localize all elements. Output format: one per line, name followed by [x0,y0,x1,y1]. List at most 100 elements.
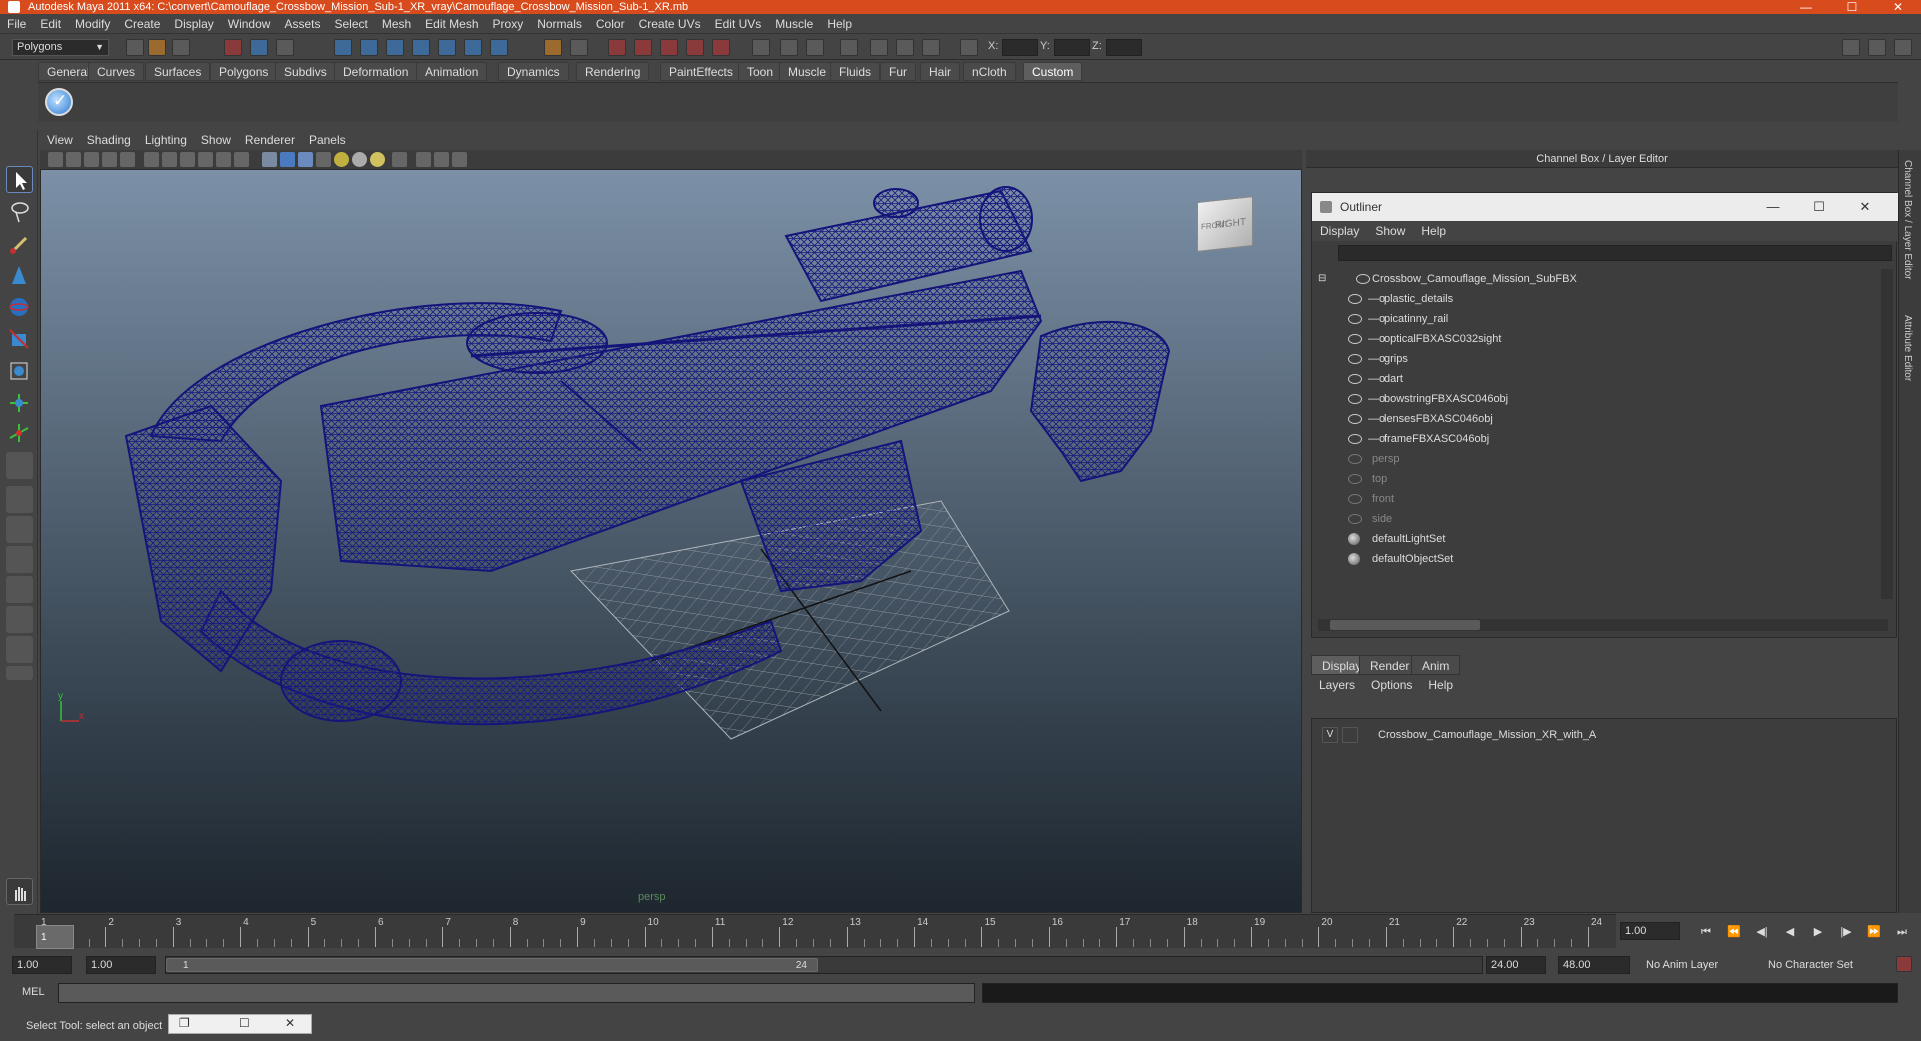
outliner-item[interactable]: —o picatinny_rail [1312,309,1872,329]
layer-menu-help[interactable]: Help [1420,675,1461,695]
render-view-icon[interactable] [712,39,730,56]
layout-options-icon[interactable] [6,666,33,680]
outliner-item[interactable]: —o grips [1312,349,1872,369]
history-icon[interactable] [464,39,482,56]
end-time-field[interactable]: 48.00 [1558,956,1630,974]
layer-menu-layers[interactable]: Layers [1311,675,1363,695]
shelf-tab-fluids[interactable]: Fluids [830,62,881,81]
xray-joints-icon[interactable] [434,152,449,167]
custom-shelf-check-icon[interactable] [45,88,73,116]
viewport-menu-view[interactable]: View [40,130,80,150]
menu-normals[interactable]: Normals [530,14,589,34]
attribute-editor-icon[interactable] [806,39,824,56]
bookmark-icon[interactable] [84,152,99,167]
view-cube[interactable]: FRONT RIGHT [1197,196,1263,259]
smooth-shade-icon[interactable] [280,152,295,167]
shelf-tab-muscle[interactable]: Muscle [779,62,836,81]
outliner-item[interactable]: defaultLightSet [1312,529,1872,549]
menu-edit[interactable]: Edit [33,14,68,34]
layer-tab-anim[interactable]: Anim [1411,655,1461,675]
paint-select-tool-icon[interactable] [6,230,33,257]
outliner-filter-input[interactable] [1338,245,1892,261]
safe-action-icon[interactable] [216,152,231,167]
persp-outliner-layout-icon[interactable] [6,546,33,573]
restore-icon[interactable]: ❐ [179,1016,190,1030]
outliner-item[interactable]: —o bowstringFBXASC046obj [1312,389,1872,409]
layout-icon[interactable] [870,39,888,56]
film-gate-icon[interactable] [144,152,159,167]
image-plane-icon[interactable] [102,152,117,167]
output-ops-icon[interactable] [570,39,588,56]
input-ops-icon[interactable] [544,39,562,56]
viewport-menu-renderer[interactable]: Renderer [238,130,302,150]
step-back-frame-icon[interactable]: ◀| [1752,924,1772,940]
menu-proxy[interactable]: Proxy [486,14,531,34]
start-time-field[interactable]: 1.00 [12,956,72,974]
last-tool-icon[interactable] [6,452,33,479]
minimize-button[interactable]: — [1783,0,1829,14]
field-chart-icon[interactable] [198,152,213,167]
tool-settings-icon[interactable] [840,39,858,56]
shelf-tab-painteffects[interactable]: PaintEffects [660,62,742,81]
menu-edit-mesh[interactable]: Edit Mesh [418,14,485,34]
shelf-tab-animation[interactable]: Animation [416,62,488,81]
step-forward-frame-icon[interactable]: |▶ [1836,924,1856,940]
z-field[interactable] [1106,39,1142,56]
persp-hypershade-layout-icon[interactable] [6,606,33,633]
play-backward-icon[interactable]: ◀ [1780,924,1800,940]
outliner-menu-help[interactable]: Help [1413,221,1454,241]
outliner-menu-show[interactable]: Show [1367,221,1413,241]
shelf-tab-hair[interactable]: Hair [920,62,961,81]
wireframe-on-shaded-icon[interactable] [298,152,313,167]
menu-modify[interactable]: Modify [68,14,117,34]
time-slider[interactable]: 1 2 3 4 5 6 7 8 9 10 11 12 13 14 15 16 17 18 19 20 21 22 23 24 1 [14,914,1616,949]
default-light-icon[interactable] [334,152,349,167]
isolate-select-icon[interactable] [392,152,407,167]
mel-input[interactable] [58,983,975,1003]
safe-title-icon[interactable] [234,152,249,167]
layer-playback-toggle[interactable] [1342,727,1358,743]
range-slider[interactable]: 1 24 [165,956,1483,974]
shelf-tab-surfaces[interactable]: Surfaces [145,62,211,81]
channel-box-icon[interactable] [780,39,798,56]
outliner-item[interactable]: side [1312,509,1872,529]
outliner-item[interactable]: defaultObjectSet [1312,549,1872,569]
character-set-select[interactable]: No Character Set [1762,956,1874,974]
shelf-tab-rendering[interactable]: Rendering [576,62,650,81]
xray-icon[interactable] [416,152,431,167]
shelf-tab-custom[interactable]: Custom [1023,62,1083,81]
outliner-item[interactable]: —o opticalFBXASC032sight [1312,329,1872,349]
shelf-tab-ncloth[interactable]: nCloth [963,62,1016,81]
outliner-item[interactable]: —o plastic_details [1312,289,1872,309]
rotate-tool-icon[interactable] [6,294,33,321]
shelf-tab-toon[interactable]: Toon [738,62,783,81]
ipr-render-icon[interactable] [634,39,652,56]
open-scene-icon[interactable] [148,39,166,56]
select-hierarchy-icon[interactable] [224,39,242,56]
all-lights-icon[interactable] [352,152,367,167]
universal-manipulator-icon[interactable] [6,358,33,385]
playback-end-field[interactable]: 24.00 [1486,956,1546,974]
hypershade-icon[interactable] [686,39,704,56]
menu-file[interactable]: File [0,14,33,34]
shelf-tab-deformation[interactable]: Deformation [334,62,418,81]
textured-icon[interactable] [316,152,331,167]
menu-assets[interactable]: Assets [277,14,327,34]
layer-menu-options[interactable]: Options [1363,675,1420,695]
menu-set-select[interactable]: Polygons ▼ [12,39,109,56]
perspective-viewport[interactable]: FRONT RIGHT y x persp [40,150,1302,913]
go-to-end-icon[interactable]: ⏭ [1892,924,1912,940]
play-forward-icon[interactable]: ▶ [1808,924,1828,940]
snap-grid-icon[interactable] [334,39,352,56]
persp-graph-layout-icon[interactable] [6,576,33,603]
outliner-close-button[interactable]: ✕ [1844,193,1886,221]
transform-lock-icon[interactable] [960,39,978,56]
outliner-item[interactable]: —o frameFBXASC046obj [1312,429,1872,449]
make-live-icon[interactable] [438,39,456,56]
menu-create[interactable]: Create [117,14,167,34]
outliner-minimize-button[interactable]: — [1752,193,1794,221]
four-view-layout-icon[interactable] [6,516,33,543]
viewport-menu-lighting[interactable]: Lighting [138,130,194,150]
select-object-icon[interactable] [250,39,268,56]
shelf-tab-subdivs[interactable]: Subdivs [275,62,336,81]
